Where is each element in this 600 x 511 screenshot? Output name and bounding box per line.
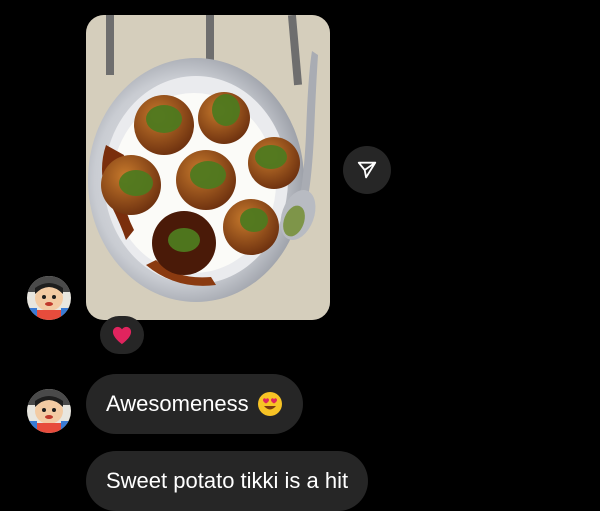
food-photo	[86, 15, 330, 320]
cartoon-avatar-icon	[27, 389, 71, 433]
cartoon-avatar-icon	[27, 276, 71, 320]
photo-message[interactable]	[86, 15, 330, 320]
share-button[interactable]	[343, 146, 391, 194]
heart-eyes-emoji-icon	[257, 391, 283, 417]
sender-avatar[interactable]	[27, 389, 71, 433]
message-bubble[interactable]: Awesomeness	[86, 374, 303, 434]
message-bubble[interactable]: Sweet potato tikki is a hit	[86, 451, 369, 511]
message-text: Awesomeness	[106, 391, 249, 416]
send-paper-plane-icon	[357, 161, 377, 179]
message-text: Sweet potato tikki is a hit	[106, 468, 349, 493]
red-heart-icon	[112, 326, 132, 345]
sender-avatar[interactable]	[27, 276, 71, 320]
heart-reaction[interactable]	[100, 316, 144, 354]
